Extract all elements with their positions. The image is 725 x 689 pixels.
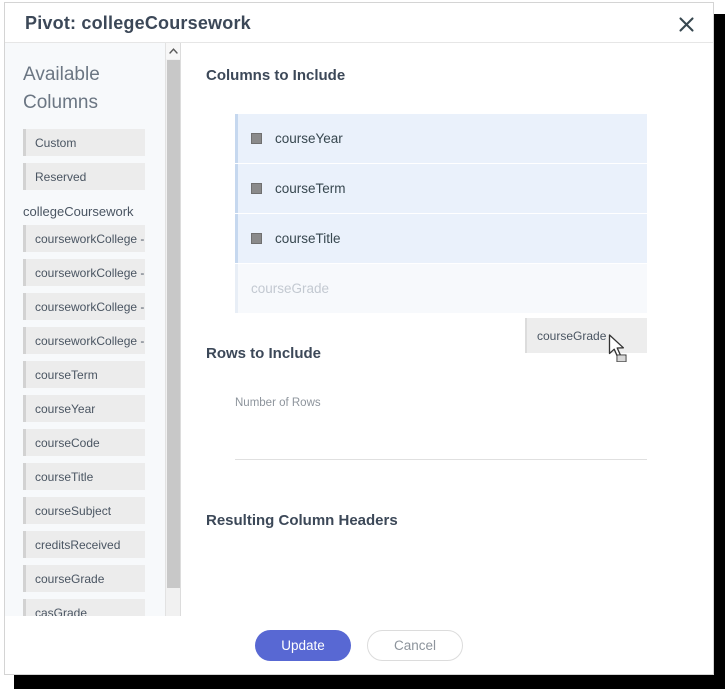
pivot-settings-content: Columns to Include courseYear courseTerm bbox=[181, 43, 713, 529]
screen: Pivot: collegeCoursework Available Colum… bbox=[0, 0, 725, 689]
column-chip[interactable]: courseworkCollege - N... bbox=[23, 259, 145, 286]
columns-to-include-title: Columns to Include bbox=[206, 67, 346, 84]
column-chip-label: courseGrade bbox=[35, 571, 105, 586]
dialog-body: Available Columns Custom Reserved colleg… bbox=[5, 43, 713, 616]
column-chip-label: courseTitle bbox=[35, 469, 94, 484]
column-chip[interactable]: courseYear bbox=[23, 395, 145, 422]
column-chip-label: courseCode bbox=[35, 435, 100, 450]
dialog-titlebar: Pivot: collegeCoursework bbox=[5, 3, 713, 43]
column-chip-label: courseYear bbox=[35, 401, 96, 416]
column-chip[interactable]: casGrade bbox=[23, 599, 145, 616]
column-chip-label: courseworkCollege - C... bbox=[35, 333, 145, 348]
column-chip-label: courseSubject bbox=[35, 503, 112, 518]
column-chip[interactable]: courseGrade bbox=[23, 565, 145, 592]
drag-handle-icon[interactable] bbox=[251, 133, 262, 144]
available-columns-list: Available Columns Custom Reserved colleg… bbox=[5, 43, 165, 616]
column-chip[interactable]: courseworkCollege - C... bbox=[23, 225, 145, 252]
column-chip-label: courseworkCollege - N... bbox=[35, 265, 145, 280]
column-chip-reserved[interactable]: Reserved bbox=[23, 163, 145, 190]
pivot-column-label: courseTitle bbox=[275, 231, 341, 246]
number-of-rows-label: Number of Rows bbox=[235, 397, 321, 409]
resulting-column-headers-title: Resulting Column Headers bbox=[206, 512, 398, 529]
window-shadow-right bbox=[714, 14, 725, 689]
update-button[interactable]: Update bbox=[255, 629, 351, 661]
column-chip[interactable]: courseSubject bbox=[23, 497, 145, 524]
column-chip-label: courseworkCollege - P... bbox=[35, 299, 145, 314]
column-chip[interactable]: courseCode bbox=[23, 429, 145, 456]
column-chip-label: Custom bbox=[35, 135, 77, 150]
column-chip-label: casGrade bbox=[35, 605, 88, 617]
column-chip[interactable]: courseTerm bbox=[23, 361, 145, 388]
window-shadow-bottom bbox=[14, 675, 725, 689]
column-chip[interactable]: courseTitle bbox=[23, 463, 145, 490]
pivot-dialog: Pivot: collegeCoursework Available Colum… bbox=[4, 2, 714, 675]
available-columns-panel: Available Columns Custom Reserved colleg… bbox=[5, 43, 181, 616]
available-columns-heading: Available Columns bbox=[23, 64, 100, 113]
sidebar-scrollbar[interactable] bbox=[165, 43, 180, 616]
pivot-column-row[interactable]: courseTerm bbox=[235, 164, 647, 213]
column-chip[interactable]: courseworkCollege - P... bbox=[23, 293, 145, 320]
close-icon[interactable] bbox=[673, 11, 699, 37]
number-of-rows-input[interactable] bbox=[235, 435, 651, 459]
column-chip[interactable]: creditsReceived bbox=[23, 531, 145, 558]
drag-handle-icon[interactable] bbox=[251, 183, 262, 194]
rows-to-include-title: Rows to Include bbox=[206, 345, 322, 362]
system-column-group: Custom Reserved bbox=[5, 129, 165, 190]
pivot-column-row[interactable]: courseYear bbox=[235, 114, 647, 163]
column-chip-label: courseworkCollege - C... bbox=[35, 231, 145, 246]
cancel-button-label: Cancel bbox=[393, 637, 437, 653]
column-chip-custom[interactable]: Custom bbox=[23, 129, 145, 156]
pivot-column-label: courseTerm bbox=[275, 181, 346, 196]
sidebar-scrollbar-thumb[interactable] bbox=[167, 60, 180, 588]
chevron-up-icon[interactable] bbox=[166, 43, 180, 59]
pivot-column-row-dragging[interactable]: courseGrade bbox=[235, 264, 647, 313]
pivot-column-label: courseYear bbox=[275, 131, 343, 146]
field-underline bbox=[235, 459, 647, 460]
drag-handle-icon[interactable] bbox=[251, 233, 262, 244]
dialog-footer: Update Cancel bbox=[5, 616, 713, 674]
dialog-title: Pivot: collegeCoursework bbox=[25, 13, 251, 33]
columns-to-include-list: courseYear courseTerm courseTitle course… bbox=[235, 114, 647, 313]
number-of-rows-field: Number of Rows bbox=[235, 397, 651, 460]
pivot-settings-panel: Columns to Include courseYear courseTerm bbox=[181, 43, 713, 616]
column-chip-label: courseTerm bbox=[35, 367, 98, 382]
column-chip-label: creditsReceived bbox=[35, 537, 121, 552]
column-group-label: collegeCoursework bbox=[23, 204, 134, 219]
update-button-label: Update bbox=[281, 637, 325, 653]
column-chip[interactable]: courseworkCollege - C... bbox=[23, 327, 145, 354]
pivot-column-row[interactable]: courseTitle bbox=[235, 214, 647, 263]
pivot-column-label: courseGrade bbox=[251, 281, 330, 296]
column-chip-label: Reserved bbox=[35, 169, 87, 184]
cancel-button[interactable]: Cancel bbox=[367, 629, 463, 661]
